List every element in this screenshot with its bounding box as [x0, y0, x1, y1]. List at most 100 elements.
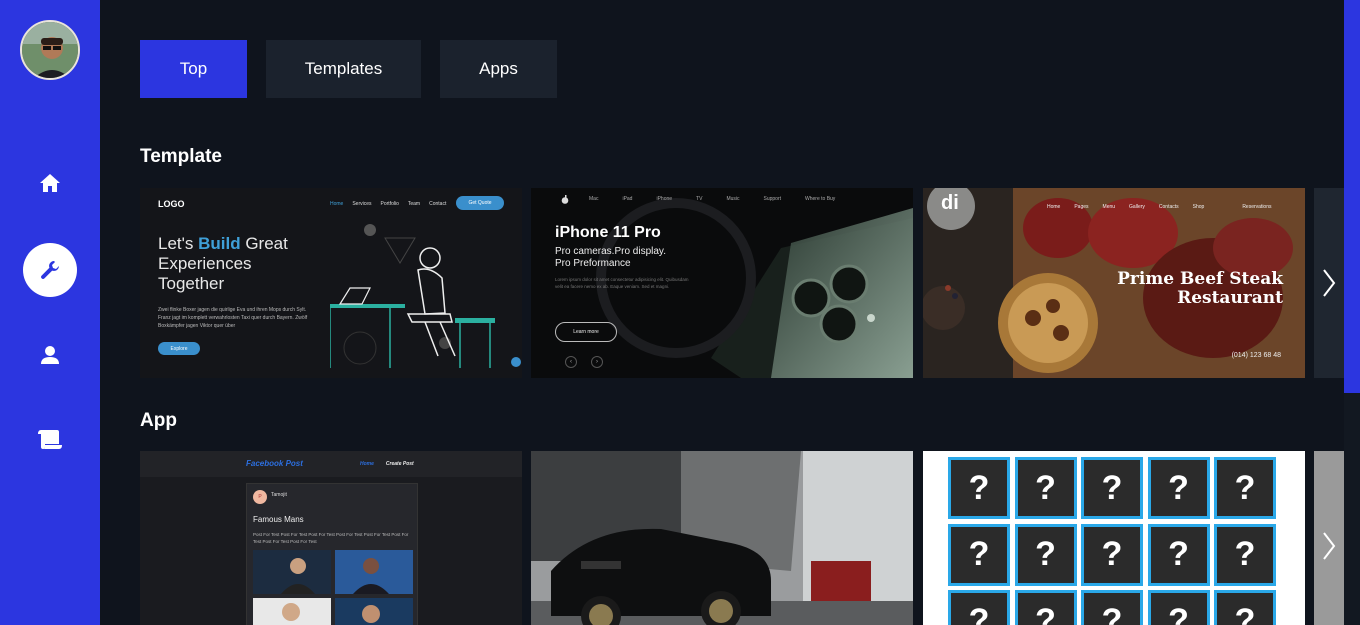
- card-nav-item: Gallery: [1129, 204, 1145, 210]
- card-nav-item: Support: [763, 196, 782, 202]
- chevron-left-icon: ‹: [565, 356, 577, 368]
- headline-emphasis: Build: [198, 234, 241, 253]
- card-nav-item: Music: [726, 196, 740, 202]
- template-next-button[interactable]: [1314, 188, 1344, 378]
- card-nav-item: iPad: [622, 196, 633, 202]
- template-section-title: Template: [140, 146, 223, 167]
- illustration-person-laptop: [330, 224, 521, 368]
- card-nav-item: Mac: [589, 196, 599, 202]
- sidebar-item-docs[interactable]: [23, 412, 77, 466]
- wrench-icon: [41, 261, 59, 279]
- card-cta-button: Get Quote: [456, 196, 504, 210]
- main-content: Top Templates Apps Template LOGO Home Se…: [100, 0, 1344, 625]
- app-nav-item: Home: [360, 461, 374, 467]
- template-card-agency[interactable]: LOGO Home Services Portfolio Team Contac…: [140, 188, 522, 378]
- card-nav-item: Reservations: [1242, 204, 1272, 210]
- post-author: Tamojit: [271, 492, 287, 498]
- post-photo-grid: [253, 550, 413, 625]
- memory-tile[interactable]: ?: [948, 523, 1010, 586]
- sidebar: [0, 0, 100, 625]
- memory-tile[interactable]: ?: [1147, 590, 1210, 625]
- app-nav-item: Create Post: [385, 461, 414, 467]
- card-nav-item: iPhone: [656, 196, 673, 202]
- card-title: iPhone 11 Pro: [555, 224, 661, 241]
- card-nav-item: Where to Buy: [805, 196, 836, 202]
- chevron-right-icon: ›: [591, 356, 603, 368]
- card-nav-item: Team: [407, 201, 421, 207]
- template-card-steak[interactable]: di Home Pages Menu Gallery Contacts Shop…: [923, 188, 1305, 378]
- sidebar-item-home[interactable]: [23, 156, 77, 210]
- avatar-image: [22, 22, 78, 78]
- card-body-text: Lorem ipsum dolor sit amet consectetur a…: [555, 277, 689, 289]
- memory-tile[interactable]: ?: [948, 590, 1010, 625]
- template-row: LOGO Home Services Portfolio Team Contac…: [140, 188, 1344, 378]
- scrollbar[interactable]: [1344, 0, 1360, 625]
- tab-bar: Top Templates Apps: [140, 40, 557, 98]
- card-learn-more-button: Learn more: [555, 322, 617, 342]
- app-header: [140, 451, 522, 477]
- card-explore-button: Explore: [158, 342, 200, 355]
- chevron-right-icon: [1323, 532, 1336, 560]
- user-icon: [41, 346, 59, 364]
- card-nav: Home Services Portfolio Team Contact: [330, 201, 446, 207]
- app-title: Facebook Post: [246, 459, 303, 468]
- post-title: Famous Mans: [253, 515, 304, 524]
- card-logo: di: [941, 192, 959, 214]
- post-author-avatar: P: [253, 490, 267, 504]
- app-section-title: App: [140, 410, 177, 431]
- card-nav: Mac iPad iPhone TV Music Support Where t…: [589, 196, 835, 202]
- app-card-car[interactable]: [531, 451, 913, 625]
- card-headline: Let's Build Great Experiences Together: [158, 234, 288, 294]
- memory-tile[interactable]: ?: [1014, 457, 1077, 519]
- memory-tile[interactable]: ?: [1147, 457, 1210, 519]
- title-line: Prime Beef Steak: [1117, 269, 1283, 289]
- app-row: Facebook Post Home Create Post P Tamojit…: [140, 451, 1344, 625]
- memory-tile[interactable]: ?: [1081, 523, 1143, 586]
- card-title: Prime Beef Steak Restaurant: [1117, 270, 1283, 308]
- memory-tile[interactable]: ?: [1147, 523, 1210, 586]
- sidebar-item-profile[interactable]: [23, 328, 77, 382]
- memory-tile[interactable]: ?: [1014, 523, 1077, 586]
- tab-top[interactable]: Top: [140, 40, 247, 98]
- app-card-facebook-post[interactable]: Facebook Post Home Create Post P Tamojit…: [140, 451, 522, 625]
- memory-tile[interactable]: ?: [1214, 523, 1276, 586]
- tab-apps[interactable]: Apps: [440, 40, 557, 98]
- apple-logo-icon: [561, 195, 569, 204]
- card-nav-item: Contact: [429, 201, 447, 207]
- headline-part: Together: [158, 274, 225, 293]
- subtitle-line: Pro Preformance: [555, 258, 631, 269]
- headline-part: Experiences: [158, 254, 252, 273]
- card-nav-item: Pages: [1074, 204, 1089, 210]
- memory-tile[interactable]: ?: [1214, 457, 1276, 519]
- title-line: Restaurant: [1177, 288, 1283, 308]
- app-next-button[interactable]: [1314, 451, 1344, 625]
- card-nav-item: Home: [1047, 204, 1061, 210]
- sidebar-item-tools[interactable]: [23, 243, 77, 297]
- subtitle-line: Pro cameras.Pro display.: [555, 246, 666, 257]
- post-card: P Tamojit Famous Mans Post For Test Post…: [246, 483, 418, 625]
- headline-part: Let's: [158, 234, 199, 253]
- card-subtitle: Pro cameras.Pro display. Pro Preformance: [555, 246, 666, 270]
- app-card-memory-game[interactable]: ???????????????: [923, 451, 1305, 625]
- card-nav-item: Home: [330, 201, 344, 207]
- scrollbar-thumb[interactable]: [1344, 0, 1360, 393]
- app-nav: Home Create Post: [360, 461, 414, 467]
- card-nav-item: Portfolio: [380, 201, 399, 207]
- avatar[interactable]: [20, 20, 80, 80]
- card-nav-item: Menu: [1102, 204, 1116, 210]
- memory-tile[interactable]: ?: [948, 457, 1010, 519]
- card-nav-item: TV: [696, 196, 703, 202]
- card-nav: Home Pages Menu Gallery Contacts Shop Re…: [1047, 204, 1272, 210]
- memory-tile[interactable]: ?: [1081, 457, 1143, 519]
- memory-tile[interactable]: ?: [1081, 590, 1143, 625]
- card-logo: LOGO: [158, 199, 185, 209]
- home-icon: [40, 174, 60, 192]
- tab-templates[interactable]: Templates: [266, 40, 421, 98]
- chevron-right-icon: [1323, 269, 1336, 297]
- memory-tile[interactable]: ?: [1014, 590, 1077, 625]
- headline-part: Great: [240, 234, 288, 253]
- car-photo: [531, 451, 913, 625]
- card-nav-item: Shop: [1192, 204, 1205, 210]
- template-card-iphone[interactable]: Mac iPad iPhone TV Music Support Where t…: [531, 188, 913, 378]
- memory-tile[interactable]: ?: [1214, 590, 1276, 625]
